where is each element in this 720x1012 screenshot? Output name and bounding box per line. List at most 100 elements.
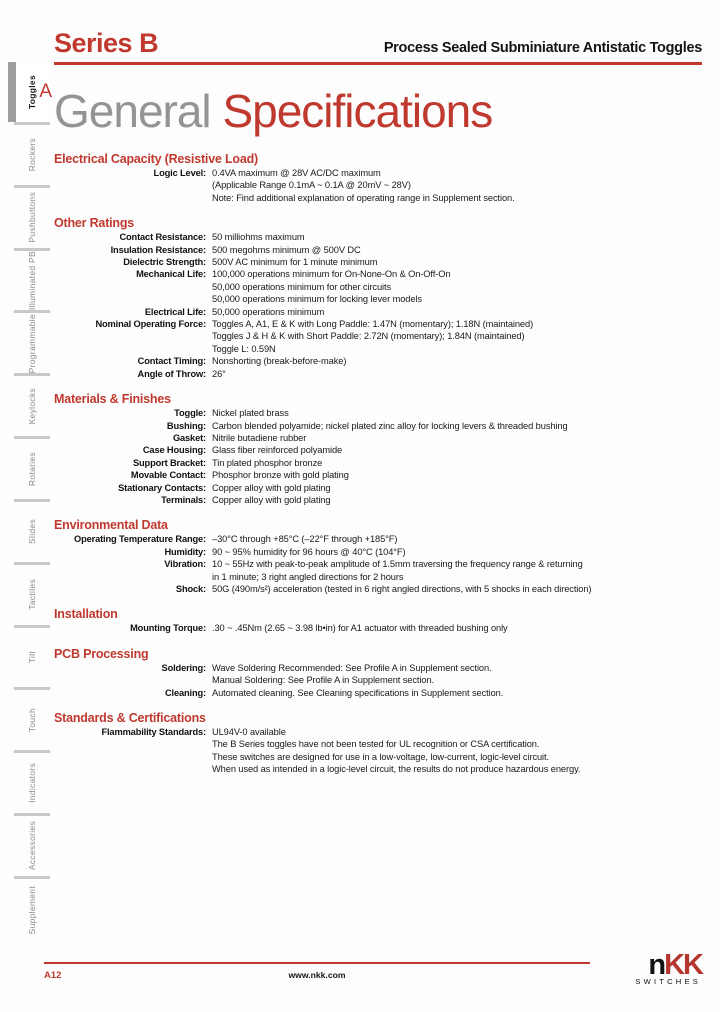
spec-value-group: UL94V-0 available The B Series toggles ha…: [212, 726, 702, 776]
spec-label: Mounting Torque:: [130, 623, 206, 634]
logo-subtitle: SWITCHES: [635, 977, 701, 986]
spec-label: Stationary Contacts:: [118, 482, 206, 493]
section-title: Electrical Capacity (Resistive Load): [54, 152, 258, 166]
spec-row: Humidity: 90 ~ 95% humidity for 96 hours …: [54, 546, 702, 558]
page-header: Series B Process Sealed Subminiature Ant…: [54, 28, 702, 65]
spec-row: Movable Contact: Phosphor bronze with gol…: [54, 469, 702, 481]
sidebar-item-label: Supplement: [27, 886, 37, 935]
spec-value-group: 0.4VA maximum @ 28V AC/DC maximum (Applic…: [212, 167, 702, 204]
spec-value-line: UL94V-0 available: [212, 727, 286, 737]
spec-value-line: Automated cleaning. See Cleaning specifi…: [212, 687, 504, 698]
spec-row: Mechanical Life: 100,000 operations minim…: [54, 268, 702, 305]
spec-value-line: Toggle L: 0.59N: [212, 343, 276, 354]
spec-value-line: (Applicable Range 0.1mA ~ 0.1A @ 20mV ~ …: [212, 180, 411, 191]
spec-row: Nominal Operating Force: Toggles A, A1, E…: [54, 318, 702, 355]
spec-label: Angle of Throw:: [137, 368, 207, 379]
section-title: Other Ratings: [54, 216, 135, 231]
spec-value-line: Manual Soldering: See Profile A in Suppl…: [212, 675, 434, 686]
spec-row: Stationary Contacts: Copper alloy with go…: [54, 482, 702, 494]
sidebar-item-tactiles[interactable]: Tactiles: [14, 565, 50, 628]
spec-value-group: 50,000 operations minimum: [212, 306, 702, 318]
spec-value-group: Wave Soldering Recommended: See Profile …: [212, 662, 702, 687]
spec-label: Humidity:: [164, 546, 206, 557]
spec-label: Logic Level:: [153, 168, 207, 178]
page-footer: A12 www.nkk.com nKK SWITCHES: [44, 951, 704, 990]
spec-row: Bushing: Carbon blended polyamide; nickel…: [54, 420, 702, 432]
specifications-content: Electrical Capacity (Resistive Load) Logi…: [54, 152, 702, 788]
spec-value-line: 50,000 operations minimum for locking le…: [212, 294, 422, 305]
sidebar-item-label: Pushbuttons: [27, 192, 37, 243]
spec-value-line: 50,000 operations minimum: [212, 306, 325, 317]
spec-value-line: –30°C through +85°C (–22°F through +185°…: [212, 534, 398, 545]
sidebar-item-label: Keylocks: [27, 387, 37, 425]
section-title: Materials & Finishes: [54, 392, 171, 407]
spec-value-line: in 1 minute; 3 right angled directions f…: [212, 571, 404, 582]
sidebar-item-programmable[interactable]: Programmable: [14, 313, 50, 377]
spec-row: Contact Resistance: 50 milliohms maximum: [54, 231, 702, 243]
section-title: Standards & Certifications: [54, 711, 206, 725]
website-link[interactable]: www.nkk.com: [44, 970, 590, 980]
spec-section: Materials & Finishes Toggle: Nickel plated…: [54, 392, 702, 506]
spec-value-line: Tin plated phosphor bronze: [212, 457, 323, 468]
spec-label: Movable Contact:: [130, 470, 206, 481]
spec-value-group: Copper alloy with gold plating: [212, 494, 702, 506]
spec-value-line: Copper alloy with gold plating: [212, 482, 331, 493]
spec-value-group: Nonshorting (break-before-make): [212, 355, 702, 367]
sidebar-item-slides[interactable]: Slides: [14, 502, 50, 565]
section-title: Installation: [54, 607, 118, 622]
spec-value-line: 500V AC minimum for 1 minute minimum: [212, 257, 378, 268]
category-tab-rail: Toggles A Rockers Pushbuttons Illuminated PB…: [8, 62, 52, 942]
sidebar-item-rockers[interactable]: Rockers: [14, 125, 50, 188]
sidebar-item-label: Tilt: [27, 651, 37, 664]
spec-row: Cleaning: Automated cleaning. See Cleanin…: [54, 687, 702, 699]
spec-value-line: Note: Find additional explanation of ope…: [212, 192, 515, 203]
spec-row: Case Housing: Glass fiber reinforced poly…: [54, 444, 702, 456]
spec-label: Cleaning:: [164, 687, 206, 698]
spec-value-line: Nickel plated brass: [212, 408, 289, 419]
section-title: Environmental Data: [54, 518, 168, 533]
sidebar-item-label: Programmable: [27, 313, 37, 373]
datasheet-page: Toggles A Rockers Pushbuttons Illuminated PB…: [0, 0, 720, 1012]
sidebar-item-touch[interactable]: Touch: [14, 690, 50, 754]
spec-row: Toggle: Nickel plated brass: [54, 407, 702, 419]
spec-value-line: 10 ~ 55Hz with peak-to-peak amplitude of…: [212, 559, 583, 570]
spec-row: Shock: 50G (490m/s²) acceleration (tested…: [54, 583, 702, 595]
spec-value-line: 500 megohms minimum @ 500V DC: [212, 244, 361, 255]
page-title-word-general: General: [54, 85, 223, 137]
spec-value-group: –30°C through +85°C (–22°F through +185°…: [212, 533, 702, 545]
spec-value-group: Phosphor bronze with gold plating: [212, 469, 702, 481]
spec-section: PCB Processing Soldering: Wave Soldering R…: [54, 647, 702, 699]
spec-value-line: .30 ~ .45Nm (2.65 ~ 3.98 lb•in) for A1 a…: [212, 623, 508, 634]
sidebar-item-tilt[interactable]: Tilt: [14, 628, 50, 691]
sidebar-item-keylocks[interactable]: Keylocks: [14, 376, 50, 440]
sidebar-item-toggles[interactable]: Toggles A: [8, 62, 52, 125]
spec-label: Contact Resistance:: [119, 232, 206, 243]
page-title: General Specifications: [54, 84, 493, 138]
spec-row: Flammability Standards: UL94V-0 available…: [54, 726, 702, 776]
spec-label: Electrical Life:: [144, 306, 206, 317]
sidebar-item-label: Rockers: [27, 138, 37, 172]
sidebar-item-indicators[interactable]: Indicators: [14, 753, 50, 817]
spec-label: Gasket:: [172, 432, 206, 443]
sidebar-item-accessories[interactable]: Accessories: [14, 816, 50, 879]
spec-value-group: 50G (490m/s²) acceleration (tested in 6 …: [212, 583, 702, 595]
spec-value-line: Toggles A, A1, E & K with Long Paddle: 1…: [212, 319, 534, 330]
spec-section: Installation Mounting Torque: .30 ~ .45Nm …: [54, 607, 702, 634]
spec-label: Support Bracket:: [132, 457, 206, 468]
spec-label: Toggle:: [174, 408, 206, 419]
spec-value-group: Glass fiber reinforced polyamide: [212, 444, 702, 456]
sidebar-item-supplement[interactable]: Supplement: [14, 879, 50, 942]
sidebar-item-rotaries[interactable]: Rotaries: [14, 439, 50, 502]
spec-value-line: 0.4VA maximum @ 28V AC/DC maximum: [212, 168, 381, 178]
spec-value-line: Carbon blended polyamide; nickel plated …: [212, 420, 568, 431]
spec-value-group: 100,000 operations minimum for On-None-O…: [212, 268, 702, 305]
spec-value-line: These switches are designed for use in a…: [212, 751, 549, 762]
sidebar-item-pushbuttons[interactable]: Pushbuttons: [14, 188, 50, 251]
sidebar-item-illuminated-pb[interactable]: Illuminated PB: [14, 251, 50, 314]
sidebar-item-label: Indicators: [27, 763, 37, 804]
spec-value-group: 10 ~ 55Hz with peak-to-peak amplitude of…: [212, 558, 702, 583]
spec-value-group: Toggles A, A1, E & K with Long Paddle: 1…: [212, 318, 702, 355]
spec-value-group: 500V AC minimum for 1 minute minimum: [212, 256, 702, 268]
spec-value-group: Copper alloy with gold plating: [212, 482, 702, 494]
spec-row: Mounting Torque: .30 ~ .45Nm (2.65 ~ 3.98…: [54, 622, 702, 634]
